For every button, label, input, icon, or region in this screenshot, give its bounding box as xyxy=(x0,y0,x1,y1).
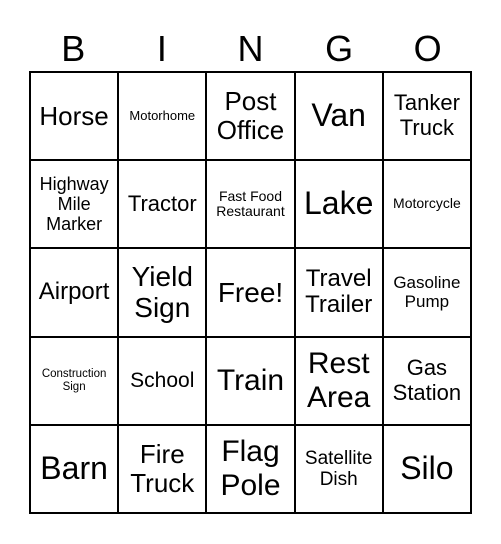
bingo-cell[interactable]: Tractor xyxy=(118,160,207,249)
free-space-cell[interactable]: Free! xyxy=(206,248,295,337)
bingo-cell[interactable]: Yield Sign xyxy=(118,248,207,337)
bingo-cell[interactable]: Fast Food Restaurant xyxy=(206,160,295,249)
bingo-cell[interactable]: Barn xyxy=(30,424,119,513)
bingo-cell[interactable]: Gas Station xyxy=(382,336,471,425)
bingo-cell[interactable]: Travel Trailer xyxy=(294,248,383,337)
bingo-cell[interactable]: Gasoline Pump xyxy=(382,248,471,337)
header-letter: G xyxy=(325,28,354,69)
bingo-cell[interactable]: School xyxy=(118,336,207,425)
bingo-cell[interactable]: Lake xyxy=(294,160,383,249)
bingo-cell[interactable]: Horse xyxy=(30,72,119,161)
header-letter: B xyxy=(61,28,86,69)
bingo-cell[interactable]: Satellite Dish xyxy=(294,424,383,513)
bingo-cell[interactable]: Highway Mile Marker xyxy=(30,160,119,249)
bingo-cell[interactable]: Motorhome xyxy=(118,72,207,161)
bingo-cell[interactable]: Fire Truck xyxy=(118,424,207,513)
bingo-cell[interactable]: Train xyxy=(206,336,295,425)
header-letter: O xyxy=(413,28,442,69)
header-letter: I xyxy=(156,28,167,69)
bingo-header: BINGO xyxy=(29,28,472,70)
bingo-cell[interactable]: Post Office xyxy=(206,72,295,161)
bingo-cell[interactable]: Silo xyxy=(382,424,471,513)
header-letter: N xyxy=(237,28,264,69)
bingo-cell[interactable]: Van xyxy=(294,72,383,161)
bingo-cell[interactable]: Tanker Truck xyxy=(382,72,471,161)
bingo-cell[interactable]: Motorcycle xyxy=(382,160,471,249)
bingo-cell[interactable]: Airport xyxy=(30,248,119,337)
bingo-cell[interactable]: Rest Area xyxy=(294,336,383,425)
bingo-cell[interactable]: Construction Sign xyxy=(30,336,119,425)
bingo-grid: Horse Motorhome Post Office Van Tanker Truck… xyxy=(29,71,472,514)
bingo-cell[interactable]: Flag Pole xyxy=(206,424,295,513)
